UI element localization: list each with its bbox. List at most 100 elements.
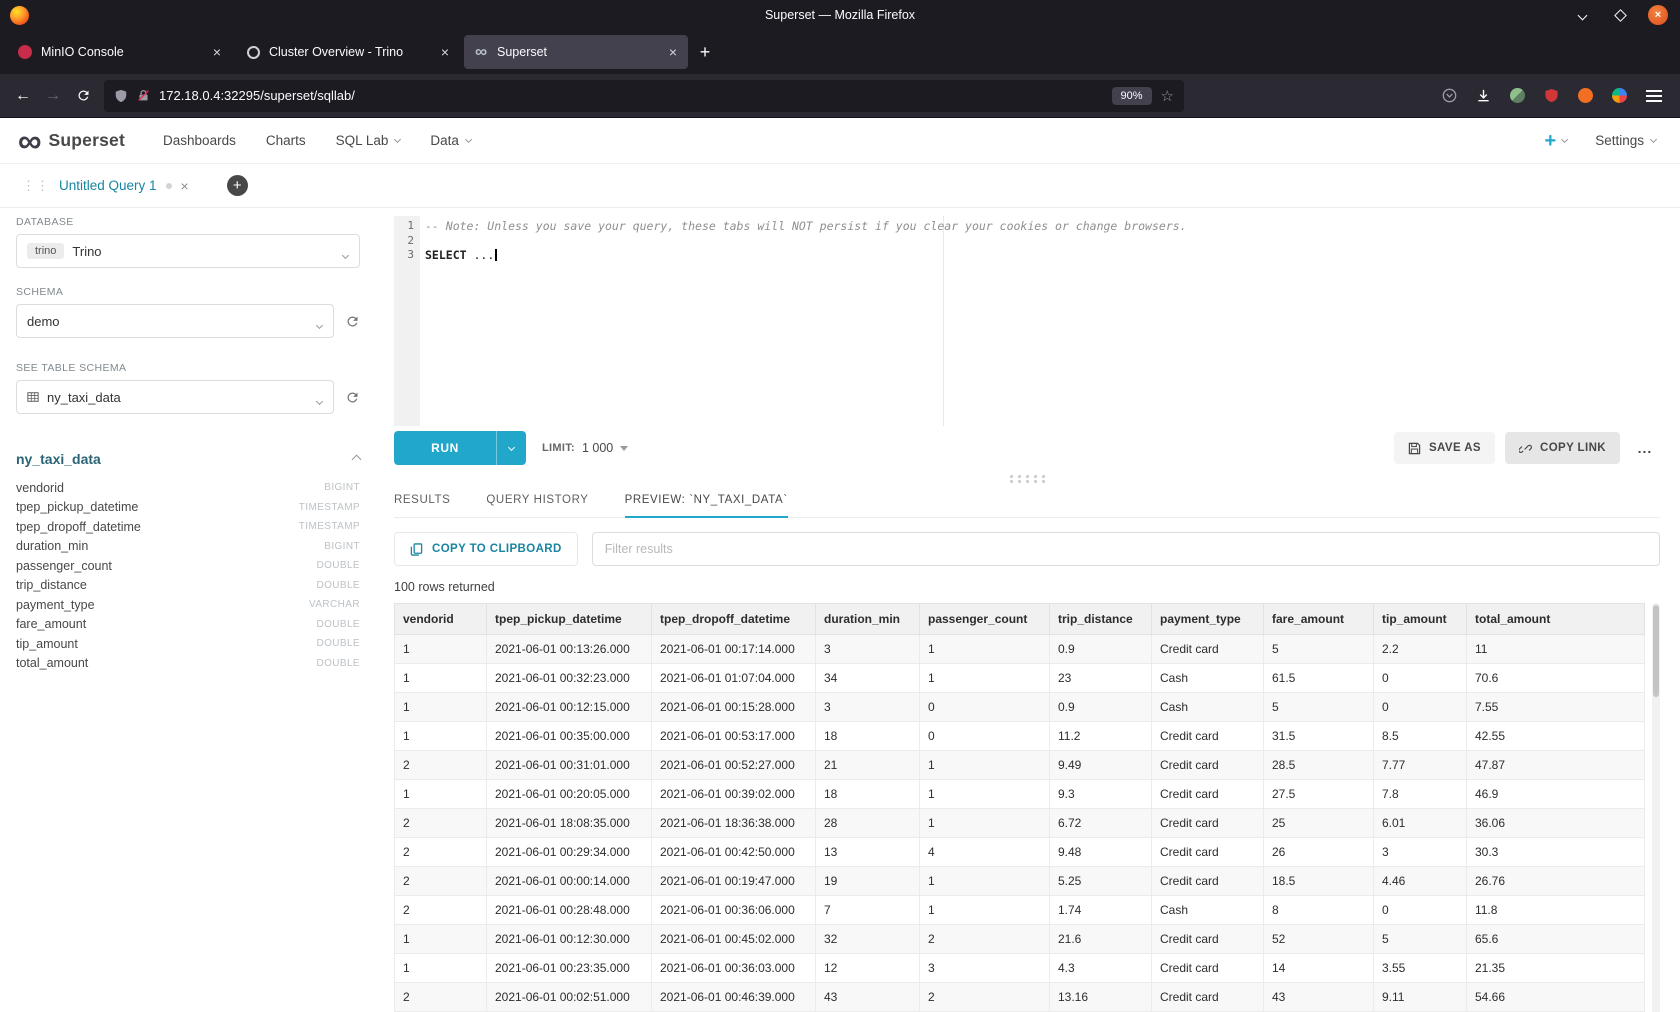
sql-editor[interactable]: 123 -- Note: Unless you save your query,… (394, 216, 1660, 426)
browser-tab-superset[interactable]: ∞ Superset × (464, 35, 688, 69)
refresh-tables-button[interactable] (345, 390, 360, 405)
tab-close-icon[interactable]: × (439, 45, 451, 59)
cell-tip-amount: 8.5 (1374, 722, 1467, 751)
database-select[interactable]: trino Trino (16, 234, 360, 268)
results-scrollbar[interactable] (1652, 603, 1660, 1012)
column-header[interactable]: duration_min (816, 604, 920, 635)
table-row[interactable]: 2 2021-06-01 00:31:01.000 2021-06-01 00:… (395, 751, 1645, 780)
url-text[interactable]: 172.18.0.4:32295/superset/sqllab/ (159, 88, 1103, 103)
copy-link-button[interactable]: COPY LINK (1505, 432, 1620, 464)
table-select[interactable]: ny_taxi_data (16, 380, 334, 414)
tab-query-history[interactable]: QUERY HISTORY (486, 482, 588, 517)
cell-total-amount: 21.35 (1467, 954, 1645, 983)
address-bar[interactable]: 172.18.0.4:32295/superset/sqllab/ 90% ☆ (104, 80, 1184, 112)
cell-vendorid: 1 (395, 664, 487, 693)
tab-close-icon[interactable]: × (667, 45, 679, 59)
more-options-button[interactable]: ... (1630, 432, 1660, 464)
table-row[interactable]: 2 2021-06-01 00:28:48.000 2021-06-01 00:… (395, 896, 1645, 925)
extension-icon-1[interactable] (1510, 88, 1525, 103)
cell-duration-min: 43 (816, 983, 920, 1012)
forward-button[interactable]: → (38, 81, 68, 111)
cell-trip-distance: 4.3 (1050, 954, 1152, 983)
superset-logo[interactable]: ∞ Superset (18, 130, 125, 151)
new-browser-tab-button[interactable]: + (690, 42, 720, 63)
pocket-icon[interactable] (1442, 88, 1457, 103)
tracking-shield-icon[interactable] (114, 89, 128, 103)
table-row[interactable]: 2 2021-06-01 00:00:14.000 2021-06-01 00:… (395, 867, 1645, 896)
collapse-panel-button[interactable] (353, 450, 360, 468)
cell-duration-min: 32 (816, 925, 920, 954)
cell-tip-amount: 4.46 (1374, 867, 1467, 896)
nav-sql-lab[interactable]: SQL Lab (336, 133, 401, 148)
table-row[interactable]: 1 2021-06-01 00:23:35.000 2021-06-01 00:… (395, 954, 1645, 983)
limit-dropdown[interactable]: LIMIT: 1 000 (542, 441, 628, 455)
table-row[interactable]: 1 2021-06-01 00:12:15.000 2021-06-01 00:… (395, 693, 1645, 722)
extension-icon-3[interactable] (1612, 88, 1627, 103)
column-header[interactable]: tpep_dropoff_datetime (652, 604, 816, 635)
tab-close-icon[interactable]: × (211, 45, 223, 59)
column-name: vendorid (16, 481, 64, 495)
table-row[interactable]: 1 2021-06-01 00:32:23.000 2021-06-01 01:… (395, 664, 1645, 693)
downloads-icon[interactable] (1476, 88, 1491, 103)
save-as-button[interactable]: SAVE AS (1394, 432, 1495, 464)
scrollbar-thumb[interactable] (1653, 605, 1659, 697)
cell-pickup-datetime: 2021-06-01 00:12:30.000 (487, 925, 652, 954)
nav-data[interactable]: Data (430, 133, 471, 148)
table-row[interactable]: 1 2021-06-01 00:20:05.000 2021-06-01 00:… (395, 780, 1645, 809)
table-row[interactable]: 2 2021-06-01 00:02:51.000 2021-06-01 00:… (395, 983, 1645, 1012)
query-tab-close-icon[interactable]: × (181, 178, 189, 194)
copy-to-clipboard-button[interactable]: COPY TO CLIPBOARD (394, 532, 578, 566)
cell-vendorid: 2 (395, 983, 487, 1012)
cell-passenger-count: 1 (920, 867, 1050, 896)
query-tab[interactable]: ⋮⋮ Untitled Query 1 × (12, 164, 199, 207)
link-icon (1519, 442, 1532, 455)
column-header[interactable]: tip_amount (1374, 604, 1467, 635)
column-header[interactable]: total_amount (1467, 604, 1645, 635)
insecure-lock-icon[interactable] (137, 89, 150, 102)
nav-dashboards[interactable]: Dashboards (163, 133, 236, 148)
editor-content[interactable]: -- Note: Unless you save your query, the… (420, 216, 1660, 426)
extension-icon-2[interactable] (1578, 88, 1593, 103)
new-item-button[interactable]: + (1545, 133, 1568, 149)
schema-select[interactable]: demo (16, 304, 334, 338)
refresh-schemas-button[interactable] (345, 314, 360, 329)
tab-preview[interactable]: PREVIEW: `NY_TAXI_DATA` (625, 482, 788, 517)
back-button[interactable]: ← (8, 81, 38, 111)
browser-tab-trino[interactable]: Cluster Overview - Trino × (236, 35, 460, 69)
column-header[interactable]: tpep_pickup_datetime (487, 604, 652, 635)
drag-handle-icon[interactable]: ⋮⋮ (22, 178, 50, 194)
table-row[interactable]: 2 2021-06-01 00:29:34.000 2021-06-01 00:… (395, 838, 1645, 867)
browser-tab-minio[interactable]: MinIO Console × (8, 35, 232, 69)
settings-menu[interactable]: Settings (1595, 133, 1656, 148)
window-titlebar: Superset — Mozilla Firefox × (0, 0, 1680, 30)
add-query-tab-button[interactable]: + (227, 175, 248, 196)
run-button[interactable]: RUN (394, 431, 496, 465)
sql-keyword: SELECT (425, 248, 467, 262)
column-header[interactable]: passenger_count (920, 604, 1050, 635)
menu-hamburger-icon[interactable] (1646, 95, 1662, 97)
run-options-button[interactable] (496, 431, 526, 465)
table-column-row: total_amount DOUBLE (16, 654, 360, 674)
cell-trip-distance: 1.74 (1050, 896, 1152, 925)
table-row[interactable]: 1 2021-06-01 00:13:26.000 2021-06-01 00:… (395, 635, 1645, 664)
ublock-shield-icon[interactable] (1544, 88, 1559, 103)
column-header[interactable]: vendorid (395, 604, 487, 635)
window-maximize-button[interactable] (1610, 5, 1630, 25)
table-row[interactable]: 1 2021-06-01 00:12:30.000 2021-06-01 00:… (395, 925, 1645, 954)
reload-button[interactable] (68, 81, 98, 111)
cell-tip-amount: 3.55 (1374, 954, 1467, 983)
table-row[interactable]: 2 2021-06-01 18:08:35.000 2021-06-01 18:… (395, 809, 1645, 838)
filter-results-input[interactable] (592, 532, 1660, 566)
zoom-indicator[interactable]: 90% (1112, 87, 1152, 105)
tab-results[interactable]: RESULTS (394, 482, 450, 517)
column-header[interactable]: trip_distance (1050, 604, 1152, 635)
table-column-row: tip_amount DOUBLE (16, 634, 360, 654)
column-header[interactable]: fare_amount (1264, 604, 1374, 635)
pane-resize-handle[interactable] (394, 470, 1660, 482)
window-close-button[interactable]: × (1648, 5, 1668, 25)
table-row[interactable]: 1 2021-06-01 00:35:00.000 2021-06-01 00:… (395, 722, 1645, 751)
window-minimize-button[interactable] (1572, 5, 1592, 25)
column-header[interactable]: payment_type (1152, 604, 1264, 635)
nav-charts[interactable]: Charts (266, 133, 306, 148)
bookmark-star-icon[interactable]: ☆ (1161, 87, 1174, 105)
